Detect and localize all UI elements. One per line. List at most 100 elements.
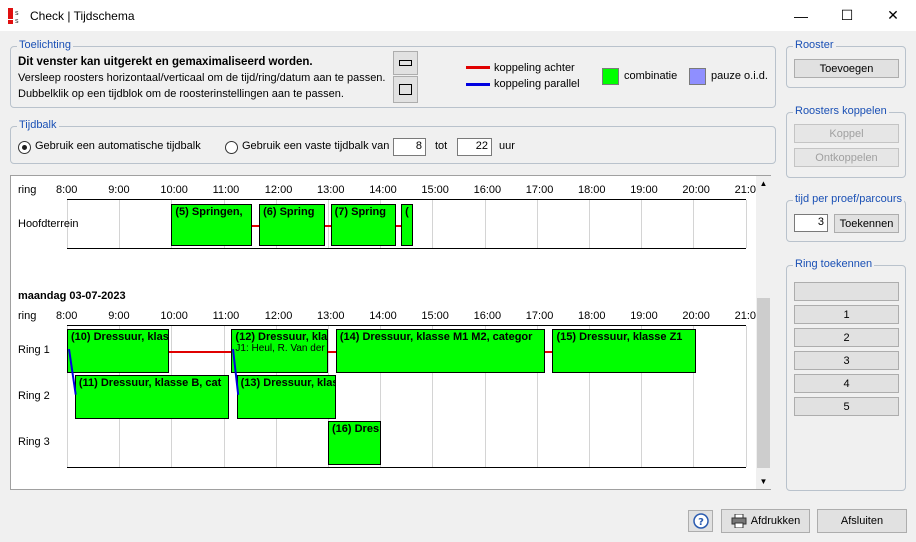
- schedule-block[interactable]: (6) Spring: [259, 204, 326, 246]
- sec2-ring-label: Ring 2: [18, 390, 50, 402]
- schedule-block[interactable]: (11) Dressuur, klasse B, cat: [74, 375, 229, 419]
- schedule-block[interactable]: (12) Dressuur, klasse L1 LJ1: Heul, R. V…: [231, 329, 328, 373]
- ring-toekennen-button-5[interactable]: 5: [794, 397, 899, 416]
- schedule-block-label: (10) Dressuur, klasse B, ca: [71, 331, 169, 343]
- sec2-ring-header: ring: [18, 310, 37, 322]
- sec2-hour-tick: 9:00: [108, 310, 130, 322]
- svg-text:s: s: [15, 9, 19, 17]
- koppeling-parallel-swatch: [466, 83, 490, 86]
- help-button[interactable]: ?: [688, 510, 713, 532]
- sec1-axis-line: [67, 199, 746, 200]
- combinatie-label: combinatie: [624, 70, 678, 82]
- rooster-label: Rooster: [793, 39, 836, 52]
- koppeling-parallel-label: koppeling parallel: [494, 78, 580, 90]
- schedule-block[interactable]: (13) Dressuur, klasse L1 L: [236, 375, 336, 419]
- sec1-hour-tick: 13:00: [317, 184, 345, 196]
- stretch-vertical-button[interactable]: [393, 76, 418, 103]
- sec2-hour-tick: 14:00: [369, 310, 397, 322]
- sec1-hour-tick: 20:00: [682, 184, 710, 196]
- sec1-gridline: [484, 200, 486, 248]
- schedule-block[interactable]: (10) Dressuur, klasse B, ca: [67, 329, 169, 373]
- tijdbalk-from-input[interactable]: 8: [393, 138, 426, 156]
- sec2-axis-line: [67, 325, 746, 326]
- toekennen-button[interactable]: Toekennen: [834, 214, 899, 233]
- koppeling-achter-link: [328, 351, 336, 353]
- sec2-hour-tick: 12:00: [264, 310, 293, 322]
- app-logo-icon: s s: [8, 8, 19, 24]
- ring-toekennen-button-4[interactable]: 4: [794, 374, 899, 393]
- koppelen-group: [786, 112, 906, 178]
- sec2-gridline: [745, 326, 747, 467]
- sec2-hour-tick: 16:00: [473, 310, 502, 322]
- scroll-up-arrow-icon[interactable]: ▲: [756, 176, 771, 191]
- schedule-block-label: (15) Dressuur, klasse Z1: [556, 331, 683, 343]
- koppeling-achter-link: [168, 351, 232, 353]
- sec1-gridline: [432, 200, 434, 248]
- sec1-ring-header: ring: [18, 184, 37, 196]
- ring-toekennen-label: Ring toekennen: [793, 258, 875, 271]
- schedule-canvas[interactable]: ring 8:00 9:00 10:00 11:00 12:00 13:00 14:00 15:…: [10, 175, 771, 490]
- schedule-block[interactable]: (: [401, 204, 413, 246]
- koppel-button[interactable]: Koppel: [794, 124, 899, 143]
- sec2-hour-tick: 15:00: [421, 310, 449, 322]
- scrollbar-thumb[interactable]: [757, 298, 770, 468]
- minimize-button[interactable]: —: [778, 0, 824, 31]
- pauze-swatch: [689, 68, 706, 85]
- stretch-horizontal-button[interactable]: [393, 51, 418, 75]
- square-rect-icon: [399, 84, 412, 95]
- ring-toekennen-button-1[interactable]: 1: [794, 305, 899, 324]
- toelichting-line2: Versleep roosters horizontaal/verticaal …: [18, 72, 386, 84]
- tijdbalk-to-input[interactable]: 22: [457, 138, 492, 156]
- auto-tijdbalk-radio[interactable]: [18, 141, 31, 154]
- close-icon: ✕: [887, 7, 899, 23]
- schedule-block-label: (16) Dres: [332, 423, 380, 435]
- sec1-gridline: [641, 200, 643, 248]
- minimize-icon: —: [794, 7, 808, 24]
- sec2-hour-tick: 13:00: [317, 310, 345, 322]
- toelichting-line1: Dit venster kan uitgerekt en gemaximalis…: [18, 56, 313, 68]
- afdrukken-button[interactable]: Afdrukken: [721, 509, 810, 533]
- koppeling-achter-link: [395, 225, 402, 227]
- sec1-gridline: [536, 200, 538, 248]
- vertical-scrollbar[interactable]: ▲ ▼: [756, 176, 771, 489]
- afsluiten-button[interactable]: Afsluiten: [817, 509, 907, 533]
- close-button[interactable]: ✕: [870, 0, 916, 31]
- sec1-gridline: [328, 200, 329, 248]
- scroll-down-arrow-icon[interactable]: ▼: [756, 474, 771, 489]
- schedule-block[interactable]: (16) Dres: [328, 421, 382, 465]
- printer-icon: [731, 514, 747, 528]
- schedule-block[interactable]: (7) Spring: [330, 204, 396, 246]
- auto-tijdbalk-label: Gebruik een automatische tijdbalk: [35, 140, 201, 152]
- tijdbalk-label: Tijdbalk: [17, 119, 59, 132]
- sec1-hour-tick: 15:00: [421, 184, 449, 196]
- schedule-block[interactable]: (5) Springen,: [171, 204, 253, 246]
- ring-toekennen-button-2[interactable]: 2: [794, 328, 899, 347]
- sec2-hour-tick: 8:00: [56, 310, 78, 322]
- koppelen-label: Roosters koppelen: [793, 105, 889, 118]
- sec1-hour-tick: 18:00: [578, 184, 606, 196]
- schedule-block-label: (13) Dressuur, klasse L1 L: [240, 377, 335, 389]
- toelichting-label: Toelichting: [17, 39, 73, 52]
- svg-text:?: ?: [698, 517, 704, 528]
- sec2-hour-tick: 17:00: [525, 310, 554, 322]
- sec1-gridline: [119, 200, 121, 248]
- schedule-date: maandag 03-07-2023: [18, 290, 126, 302]
- koppeling-achter-swatch: [466, 66, 490, 69]
- title-bar: s s Check | Tijdschema — ☐ ✕: [0, 0, 916, 31]
- maximize-button[interactable]: ☐: [824, 0, 870, 31]
- schedule-block-label: (5) Springen,: [175, 206, 243, 218]
- sec2-hour-tick: 19:00: [630, 310, 658, 322]
- ontkoppelen-button[interactable]: Ontkoppelen: [794, 148, 899, 167]
- ring-toekennen-button-3[interactable]: 3: [794, 351, 899, 370]
- sec1-ring-label: Hoofdterrein: [18, 218, 79, 230]
- schedule-block[interactable]: (14) Dressuur, klasse M1 M2, categor: [335, 329, 545, 373]
- afsluiten-label: Afsluiten: [840, 515, 884, 527]
- fixed-tijdbalk-radio[interactable]: [225, 141, 238, 154]
- ring-toekennen-button-blank[interactable]: [794, 282, 899, 301]
- tijd-input[interactable]: 3: [794, 214, 828, 232]
- koppeling-achter-link: [252, 225, 260, 227]
- sec1-gridline: [693, 200, 695, 248]
- toevoegen-button[interactable]: Toevoegen: [794, 59, 899, 78]
- schedule-block[interactable]: (15) Dressuur, klasse Z1: [552, 329, 696, 373]
- sec1-hour-tick: 8:00: [56, 184, 78, 196]
